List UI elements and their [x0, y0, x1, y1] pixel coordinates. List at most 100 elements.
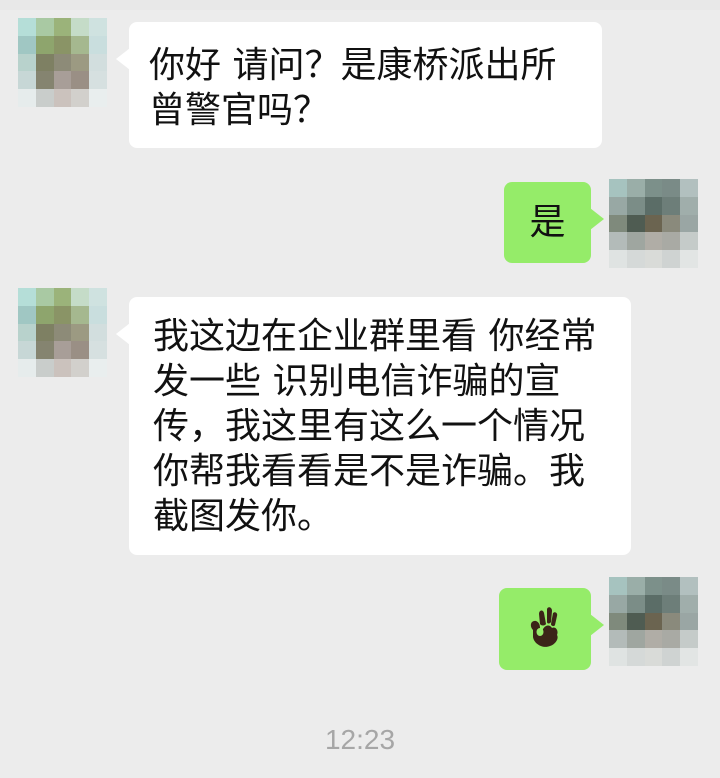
avatar-pixel — [71, 18, 90, 36]
avatar-pixel — [18, 18, 36, 36]
avatar-pixel — [35, 323, 54, 342]
avatar-pixel — [626, 630, 645, 649]
avatar-pixel — [53, 71, 72, 90]
avatar-pixel — [609, 232, 627, 251]
avatar-pixel — [644, 612, 663, 631]
avatar-pixel — [35, 18, 54, 36]
avatar-pixel — [644, 577, 663, 595]
avatar[interactable] — [18, 288, 107, 377]
avatar-pixel — [18, 71, 36, 90]
avatar[interactable] — [18, 18, 107, 107]
avatar-pixel — [89, 305, 107, 324]
message-bubble-outgoing[interactable]: 是 — [504, 182, 604, 263]
avatar-pixel — [71, 323, 90, 342]
avatar-pixel — [609, 594, 627, 613]
avatar-pixel — [626, 232, 645, 251]
avatar-pixel — [71, 288, 90, 306]
avatar-pixel — [680, 577, 698, 595]
message-text: 我这边在企业群里看 你经常 发一些 识别电信诈骗的宣 传，我这里有这么一个情况 … — [153, 316, 597, 537]
avatar-pixel — [89, 71, 107, 90]
timestamp: 12:23 — [324, 724, 396, 755]
message-bubble-outgoing[interactable] — [499, 588, 604, 670]
avatar-pixel — [89, 359, 107, 377]
message-bubble-incoming[interactable]: 我这边在企业群里看 你经常 发一些 识别电信诈骗的宣 传，我这里有这么一个情况 … — [116, 297, 631, 555]
avatar-pixel — [662, 232, 681, 251]
avatar-pixel — [609, 179, 627, 197]
avatar-pixel — [71, 53, 90, 72]
avatar-pixel — [89, 341, 107, 360]
avatar-pixel — [662, 648, 681, 666]
avatar-pixel — [609, 577, 627, 595]
avatar-pixel — [35, 71, 54, 90]
avatar-pixel — [680, 612, 698, 631]
avatar-pixel — [662, 630, 681, 649]
avatar-pixel — [644, 214, 663, 233]
avatar-pixel — [680, 594, 698, 613]
avatar-pixel — [626, 179, 645, 197]
avatar-pixel — [644, 630, 663, 649]
avatar-pixel — [71, 359, 90, 377]
avatar-pixel — [18, 288, 36, 306]
avatar-pixel — [609, 648, 627, 666]
avatar[interactable] — [609, 577, 698, 666]
avatar-pixel — [53, 323, 72, 342]
avatar-pixel — [35, 89, 54, 107]
avatar-pixel — [662, 577, 681, 595]
avatar-pixel — [644, 179, 663, 197]
avatar-pixel — [18, 305, 36, 324]
avatar-pixel — [626, 612, 645, 631]
avatar-pixel — [71, 35, 90, 54]
avatar-pixel — [89, 35, 107, 54]
avatar-pixel — [644, 196, 663, 215]
avatar-pixel — [35, 288, 54, 306]
avatar-pixel — [35, 341, 54, 360]
avatar-pixel — [680, 196, 698, 215]
avatar-pixel — [71, 89, 90, 107]
avatar-pixel — [662, 250, 681, 268]
avatar-pixel — [680, 179, 698, 197]
avatar-pixel — [644, 232, 663, 251]
avatar-pixel — [53, 359, 72, 377]
avatar-pixel — [53, 341, 72, 360]
avatar-pixel — [35, 359, 54, 377]
message-text: 是 — [529, 202, 566, 243]
avatar-pixel — [662, 612, 681, 631]
avatar-pixel — [609, 196, 627, 215]
message-bubble-incoming[interactable]: 你好 请问？是康桥派出所 曾警官吗？ — [116, 22, 602, 148]
avatar-pixel — [89, 89, 107, 107]
avatar-pixel — [680, 214, 698, 233]
avatar-pixel — [626, 250, 645, 268]
ok-hand-icon — [530, 607, 558, 647]
avatar-pixel — [680, 630, 698, 649]
avatar-pixel — [626, 214, 645, 233]
avatar[interactable] — [609, 179, 698, 268]
avatar-pixel — [89, 288, 107, 306]
top-divider — [0, 0, 720, 10]
avatar-pixel — [609, 630, 627, 649]
avatar-pixel — [71, 71, 90, 90]
avatar-pixel — [609, 612, 627, 631]
avatar-pixel — [18, 89, 36, 107]
avatar-pixel — [35, 35, 54, 54]
avatar-pixel — [662, 214, 681, 233]
avatar-pixel — [18, 359, 36, 377]
avatar-pixel — [662, 179, 681, 197]
avatar-pixel — [53, 305, 72, 324]
avatar-pixel — [662, 594, 681, 613]
avatar-pixel — [35, 305, 54, 324]
avatar-pixel — [53, 53, 72, 72]
avatar-pixel — [680, 232, 698, 251]
avatar-pixel — [89, 323, 107, 342]
avatar-pixel — [644, 648, 663, 666]
avatar-pixel — [71, 305, 90, 324]
avatar-pixel — [680, 250, 698, 268]
avatar-pixel — [89, 18, 107, 36]
avatar-pixel — [609, 250, 627, 268]
avatar-pixel — [18, 341, 36, 360]
avatar-pixel — [662, 196, 681, 215]
message-text: 你好 请问？是康桥派出所 曾警官吗？ — [149, 45, 557, 131]
avatar-pixel — [89, 53, 107, 72]
avatar-pixel — [71, 341, 90, 360]
avatar-pixel — [53, 35, 72, 54]
avatar-pixel — [53, 18, 72, 36]
